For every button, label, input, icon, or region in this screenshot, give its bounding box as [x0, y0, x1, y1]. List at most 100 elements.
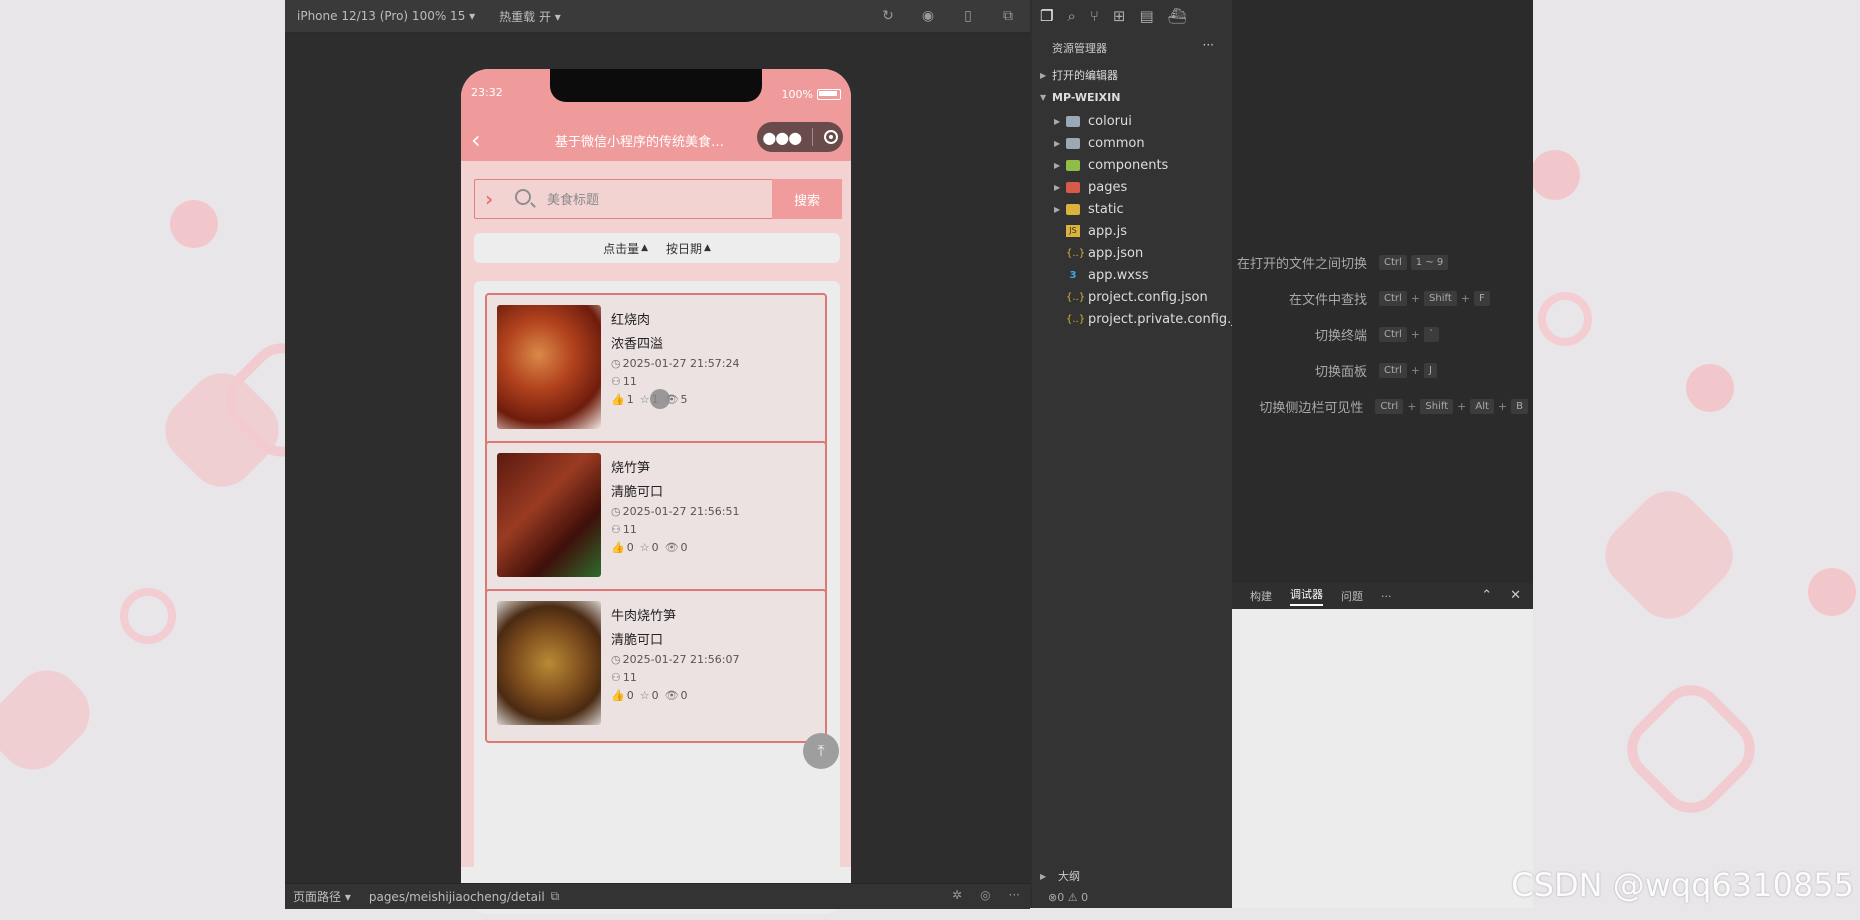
- view-count: 0: [680, 541, 688, 554]
- food-card[interactable]: 牛肉烧竹笋 清脆可口 ◷ 2025-01-27 21:56:07 ⚇ 11 👍 0 ☆…: [485, 589, 827, 743]
- folder-icon: [1066, 181, 1080, 193]
- sort-by-date[interactable]: 按日期 ▲: [666, 240, 711, 257]
- tab-debugger[interactable]: 调试器: [1290, 586, 1323, 606]
- editor-area: 在打开的文件之间切换 Ctrl 1 ~ 9 在文件中查找 Ctrl + Shift…: [1232, 0, 1533, 908]
- view-stat: 👁 0: [665, 541, 688, 554]
- source-control-icon[interactable]: ⑂: [1090, 7, 1099, 25]
- like-stat: 👍 0: [611, 541, 634, 554]
- caret-right-icon: ▶: [1054, 116, 1061, 126]
- phone-icon[interactable]: ▯: [958, 6, 978, 26]
- card-subtitle: 清脆可口: [611, 633, 664, 648]
- key: Shift: [1424, 290, 1457, 306]
- sort-label: 按日期: [666, 241, 703, 256]
- sort-by-clicks[interactable]: 点击量 ▲: [603, 240, 648, 257]
- folder-common[interactable]: ▶ common: [1032, 132, 1232, 154]
- user-text: 11: [622, 523, 637, 536]
- key: `: [1424, 326, 1440, 342]
- more-icon[interactable]: ···: [1203, 38, 1214, 52]
- food-thumbnail: [497, 453, 601, 577]
- star-icon: ☆: [639, 393, 650, 406]
- explorer-header: 资源管理器 ···: [1032, 36, 1232, 60]
- close-icon[interactable]: ✕: [1510, 588, 1521, 603]
- cloud-icon[interactable]: ▤: [1139, 7, 1153, 25]
- file-app-json[interactable]: {..} app.json: [1032, 242, 1232, 264]
- outline-section[interactable]: ▶ 大纲: [1032, 866, 1232, 886]
- star-icon: ☆: [639, 541, 650, 554]
- phone-screen: 23:32 100% ‹ 基于微信小程序的传统美食文化... ●●● › 美食标…: [461, 69, 851, 914]
- food-thumbnail: [497, 305, 601, 429]
- tab-problems[interactable]: 问题: [1341, 588, 1363, 604]
- folder-static[interactable]: ▶ static: [1032, 198, 1232, 220]
- favorite-count: 0: [651, 689, 659, 702]
- touch-cursor: [650, 389, 670, 409]
- activity-bar: ❐ ⌕ ⑂ ⊞ ▤ ⛴: [1032, 0, 1232, 32]
- extensions-icon[interactable]: ⊞: [1113, 7, 1126, 25]
- caret-right-icon: ▶: [1040, 70, 1047, 80]
- shortcut-label: 切换侧边栏可见性: [1259, 400, 1364, 416]
- device-selector[interactable]: iPhone 12/13 (Pro) 100% 15 ▾: [297, 9, 475, 23]
- key: Ctrl: [1375, 398, 1404, 414]
- back-arrow-icon[interactable]: ‹: [471, 126, 481, 154]
- folder-pages[interactable]: ▶ pages: [1032, 176, 1232, 198]
- search-button[interactable]: 搜索: [772, 179, 842, 219]
- docker-icon[interactable]: ⛴: [1168, 7, 1187, 25]
- food-card[interactable]: 烧竹笋 清脆可口 ◷ 2025-01-27 21:56:51 ⚇ 11 👍 0 ☆ 0 …: [485, 441, 827, 595]
- bug-icon[interactable]: ✲: [952, 888, 962, 902]
- simulator-area: 23:32 100% ‹ 基于微信小程序的传统美食文化... ●●● › 美食标…: [285, 33, 1030, 914]
- copy-icon[interactable]: ⧉: [551, 889, 560, 904]
- date-text: 2025-01-27 21:57:24: [622, 357, 740, 370]
- user-icon: ⚇: [611, 671, 621, 684]
- preview-eye-icon[interactable]: ◎: [980, 888, 990, 902]
- decor-circle: [170, 200, 218, 248]
- date-text: 2025-01-27 21:56:07: [622, 653, 740, 666]
- folder-icon: [1066, 159, 1080, 171]
- folder-colorui[interactable]: ▶ colorui: [1032, 110, 1232, 132]
- file-app-wxss[interactable]: 3 app.wxss: [1032, 264, 1232, 286]
- hot-reload-toggle[interactable]: 热重载 开 ▾: [499, 8, 561, 25]
- chevron-up-icon[interactable]: ⌃: [1481, 588, 1492, 603]
- shortcut-row: 切换侧边栏可见性 Ctrl + Shift + Alt + B: [1232, 394, 1532, 418]
- card-stats: 👍 0 ☆ 0 👁 0: [611, 689, 688, 702]
- file-project-config[interactable]: {..} project.config.json: [1032, 286, 1232, 308]
- explorer-title: 资源管理器: [1052, 42, 1107, 55]
- folder-label: components: [1088, 157, 1169, 173]
- window-icon[interactable]: ⧉: [998, 6, 1018, 26]
- close-target-icon[interactable]: [823, 130, 838, 144]
- record-icon[interactable]: ◉: [918, 6, 938, 26]
- capsule-divider: [811, 128, 813, 146]
- food-card[interactable]: 红烧肉 浓香四溢 ◷2025-01-27 21:57:24 ⚇11 👍1 ☆1 …: [485, 293, 827, 447]
- key: J: [1424, 362, 1437, 378]
- triangle-up-icon: ▲: [704, 243, 711, 253]
- refresh-icon[interactable]: ↻: [878, 6, 898, 26]
- problems-status[interactable]: ⊗ 0 ⚠ 0: [1032, 886, 1232, 908]
- panel-tabs: 构建 调试器 问题 ··· ⌃ ✕: [1232, 583, 1533, 609]
- tab-more[interactable]: ···: [1381, 590, 1392, 603]
- favorite-count: 0: [651, 541, 659, 554]
- battery-icon: [817, 89, 841, 100]
- decor-circle: [1530, 150, 1580, 200]
- more-dots-icon[interactable]: ●●●: [762, 128, 802, 147]
- key: Ctrl: [1379, 326, 1407, 342]
- file-app-js[interactable]: JS app.js: [1032, 220, 1232, 242]
- favorite-stat: ☆ 0: [640, 689, 659, 702]
- search-input[interactable]: [545, 188, 749, 212]
- page-path-label[interactable]: 页面路径 ▾: [293, 888, 351, 905]
- thumbs-up-icon: 👍: [611, 393, 625, 406]
- like-count: 1: [626, 393, 634, 406]
- problems-count: 0 ⚠ 0: [1057, 890, 1089, 904]
- files-icon[interactable]: ❐: [1040, 7, 1053, 25]
- simulator-toolbar: iPhone 12/13 (Pro) 100% 15 ▾ 热重载 开 ▾ ↻ ◉…: [285, 0, 1030, 33]
- file-label: app.wxss: [1088, 267, 1149, 283]
- js-file-icon: JS: [1066, 225, 1080, 237]
- project-section[interactable]: ▼ MP-WEIXIN: [1032, 86, 1232, 108]
- tab-build[interactable]: 构建: [1250, 588, 1272, 604]
- like-stat: 👍 1: [611, 393, 634, 406]
- more-icon[interactable]: ···: [1009, 888, 1020, 902]
- search-icon[interactable]: ⌕: [1067, 7, 1075, 25]
- folder-components[interactable]: ▶ components: [1032, 154, 1232, 176]
- back-to-top-icon[interactable]: ⤒: [803, 733, 839, 769]
- file-project-private-config[interactable]: {..} project.private.config.js...: [1032, 308, 1254, 330]
- file-label: app.json: [1088, 245, 1144, 261]
- sort-label: 点击量: [603, 241, 640, 256]
- open-editors-section[interactable]: ▶ 打开的编辑器: [1032, 64, 1232, 86]
